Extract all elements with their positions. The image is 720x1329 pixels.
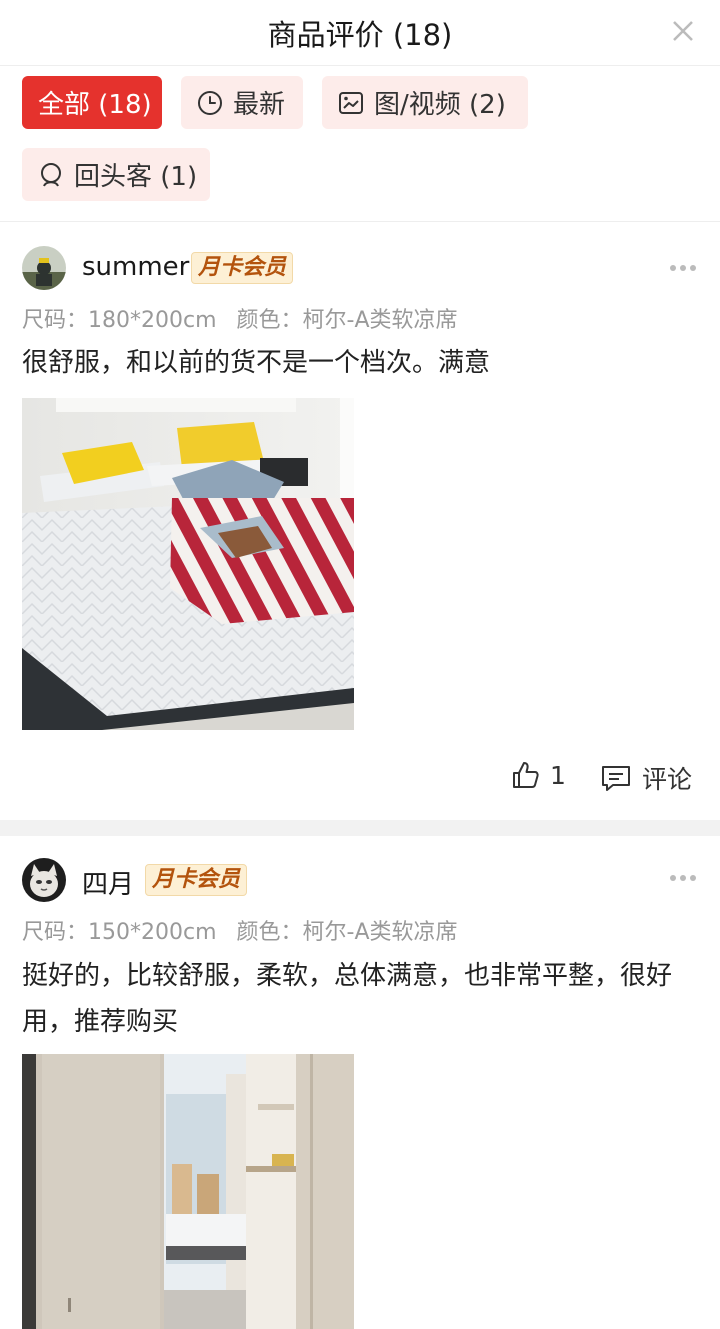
review-photo[interactable]	[22, 398, 354, 730]
filter-all-label: 全部 (18)	[38, 90, 152, 120]
filter-media[interactable]: 图/视频 (2)	[322, 76, 528, 129]
returning-customer-icon	[41, 162, 61, 187]
comment-label: 评论	[642, 765, 693, 794]
like-button[interactable]: 1	[510, 760, 566, 790]
spec-line: 尺码：150*200cm 颜色：柯尔-A类软凉席	[22, 914, 458, 946]
filter-returning[interactable]: 回头客 (1)	[22, 148, 210, 201]
thumbs-up-icon	[513, 762, 539, 788]
filter-bar: 全部 (18) 最新 图/视频 (2) 回头客 (1)	[0, 66, 720, 222]
size-value: 150*200cm	[88, 920, 217, 945]
more-icon[interactable]	[668, 873, 698, 883]
username[interactable]: 四月	[82, 864, 134, 901]
filter-media-label: 图/视频 (2)	[374, 90, 506, 120]
color-value: 柯尔-A类软凉席	[302, 920, 458, 945]
color-label: 颜色：	[236, 308, 303, 333]
comment-button[interactable]: 评论	[600, 760, 692, 796]
filter-returning-label: 回头客 (1)	[74, 162, 198, 192]
color-label: 颜色：	[236, 920, 303, 945]
more-icon[interactable]	[668, 263, 698, 273]
filter-latest-label: 最新	[233, 90, 286, 120]
member-badge: 月卡会员	[145, 864, 248, 896]
avatar[interactable]	[22, 246, 66, 290]
comment-icon	[602, 766, 630, 791]
review-card: summer 月卡会员 尺码：180*200cm 颜色：柯尔-A类软凉席 很舒服，…	[0, 222, 720, 820]
member-badge: 月卡会员	[191, 252, 294, 284]
filter-latest[interactable]: 最新	[181, 76, 303, 129]
section-divider	[0, 820, 720, 836]
review-text: 很舒服，和以前的货不是一个档次。满意	[22, 348, 491, 378]
clock-icon	[198, 90, 222, 115]
header: 商品评价 (18)	[0, 0, 720, 66]
review-card: 四月 月卡会员 尺码：150*200cm 颜色：柯尔-A类软凉席 挺好的，比较舒服…	[0, 836, 720, 1329]
spec-line: 尺码：180*200cm 颜色：柯尔-A类软凉席	[22, 302, 458, 334]
filter-all[interactable]: 全部 (18)	[22, 76, 162, 129]
review-photo[interactable]	[22, 1054, 354, 1329]
size-label: 尺码：	[22, 920, 89, 945]
like-count: 1	[550, 760, 566, 790]
review-text: 挺好的，比较舒服，柔软，总体满意，也非常平整，很好用，推荐购买	[22, 961, 673, 1037]
page-title: 商品评价 (18)	[267, 18, 453, 52]
image-icon	[339, 91, 363, 114]
size-value: 180*200cm	[88, 308, 217, 333]
username[interactable]: summer	[82, 252, 189, 282]
avatar[interactable]	[22, 858, 66, 902]
color-value: 柯尔-A类软凉席	[302, 308, 458, 333]
size-label: 尺码：	[22, 308, 89, 333]
close-icon[interactable]	[666, 14, 700, 48]
